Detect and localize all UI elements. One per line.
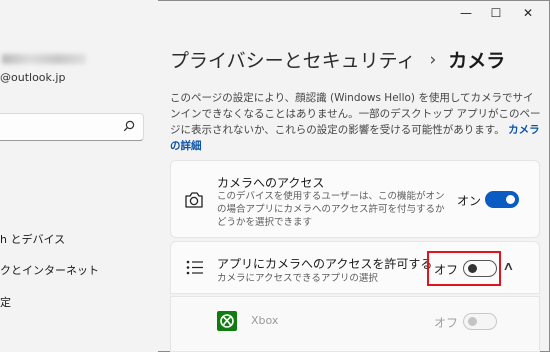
breadcrumb: プライバシーとセキュリティ › カメラ	[170, 46, 505, 73]
app-list-row: オフ	[170, 296, 540, 352]
search-icon	[123, 120, 135, 132]
app-camera-access-subtitle: カメラにアクセスできるアプリの選択	[217, 273, 378, 284]
minimize-button[interactable]: —	[456, 4, 476, 22]
description-text: このページの設定により、顔認識 (Windows Hello) を使用してカメラ…	[170, 92, 541, 136]
camera-access-state-label: オン	[457, 194, 482, 208]
xbox-state-label: オフ	[434, 316, 459, 330]
settings-search-input[interactable]	[0, 113, 144, 141]
sidebar: @outlook.jp h とデバイス クとインターネット 定	[0, 0, 158, 352]
breadcrumb-separator-icon: ›	[429, 49, 437, 70]
highlight-box	[427, 251, 501, 286]
camera-icon	[185, 192, 203, 208]
page-description: このページの設定により、顔認識 (Windows Hello) を使用してカメラ…	[170, 90, 542, 154]
list-settings-icon	[186, 260, 203, 275]
sidebar-item-network[interactable]: クとインターネット	[0, 262, 99, 278]
close-button[interactable]: ✕	[518, 4, 538, 22]
toggle-knob	[506, 195, 515, 204]
toggle-knob	[468, 317, 477, 326]
account-name-redacted	[2, 54, 86, 64]
page-title: カメラ	[448, 50, 506, 72]
xbox-app-name: Xbox	[251, 314, 279, 327]
camera-access-title: カメラへのアクセス	[217, 176, 325, 190]
sidebar-item-personalization[interactable]: 定	[0, 294, 11, 310]
camera-access-subtitle: このデバイスを使用するユーザーは、この機能がオンの場合アプリにカメラへのアクセス…	[217, 191, 445, 228]
xbox-icon	[217, 311, 237, 331]
sidebar-item-devices[interactable]: h とデバイス	[0, 231, 65, 247]
account-email: @outlook.jp	[0, 71, 66, 84]
camera-access-toggle[interactable]	[485, 191, 519, 208]
app-camera-access-title: アプリにカメラへのアクセスを許可する	[217, 257, 433, 271]
breadcrumb-parent[interactable]: プライバシーとセキュリティ	[170, 46, 415, 73]
camera-access-card: カメラへのアクセス このデバイスを使用するユーザーは、この機能がオンの場合アプリ…	[170, 160, 540, 238]
expand-chevron-icon[interactable]: ∧	[502, 259, 514, 273]
maximize-button[interactable]: ☐	[486, 4, 506, 22]
xbox-camera-toggle[interactable]	[463, 313, 497, 330]
